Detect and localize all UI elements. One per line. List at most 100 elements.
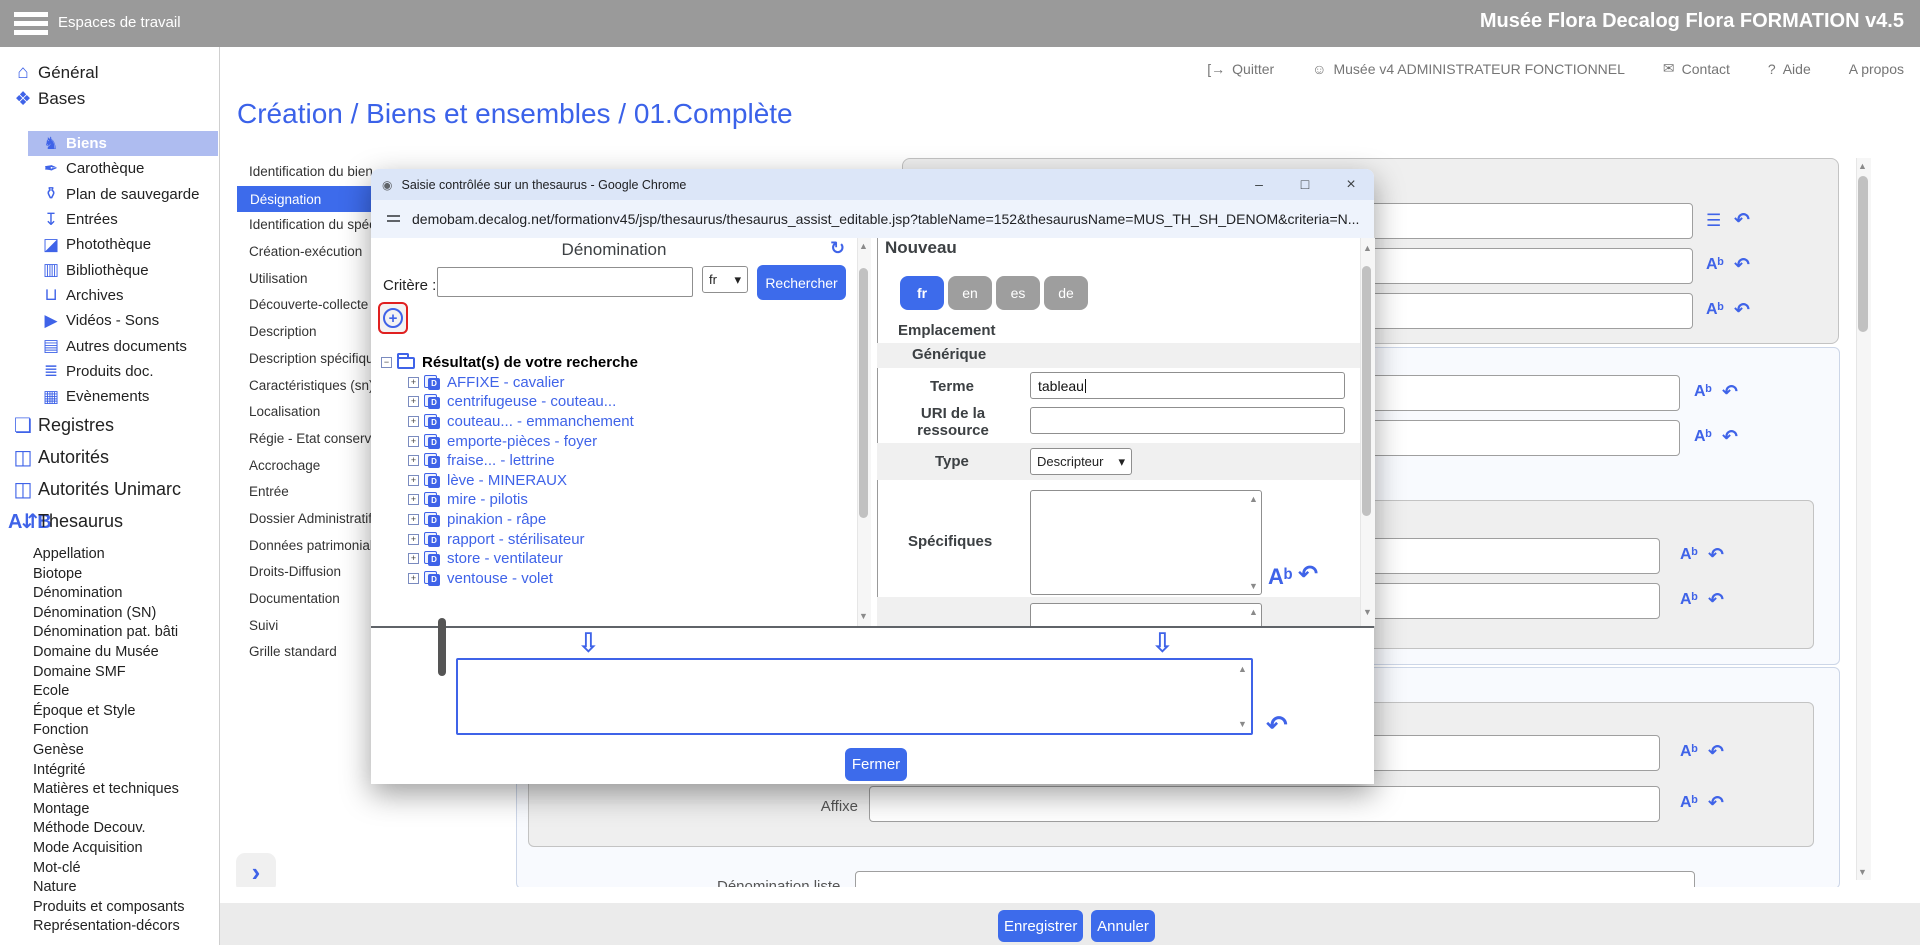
- undo-icon[interactable]: ↶: [1722, 426, 1738, 449]
- undo-icon[interactable]: ↶: [1722, 381, 1738, 404]
- text-convert-icon[interactable]: Aᵇ: [1706, 256, 1724, 274]
- sidebar-item[interactable]: ⊔ Archives: [0, 283, 218, 308]
- main-scrollbar-thumb[interactable]: [1858, 176, 1868, 332]
- text-convert-icon[interactable]: Aᵇ: [1694, 428, 1712, 446]
- scroll-down-icon[interactable]: ▼: [1247, 580, 1260, 592]
- uri-input[interactable]: [1030, 407, 1345, 434]
- sidebar-item[interactable]: Domaine du Musée: [0, 642, 218, 662]
- sidebar-item[interactable]: Appellation: [0, 544, 218, 564]
- minimize-button[interactable]: –: [1236, 169, 1282, 200]
- criteria-input[interactable]: [437, 267, 693, 297]
- scroll-down-icon[interactable]: ▼: [857, 610, 870, 622]
- close-button[interactable]: ×: [1328, 169, 1374, 200]
- scroll-up-icon[interactable]: ▲: [1361, 242, 1374, 254]
- lang-tab-de[interactable]: de: [1044, 276, 1088, 310]
- text-convert-icon[interactable]: Aᵇ: [1680, 794, 1698, 812]
- type-select[interactable]: Descripteur ▾: [1030, 448, 1132, 475]
- sidebar-item[interactable]: Intégrité: [0, 760, 218, 780]
- sidebar-item[interactable]: Mot-clé: [0, 858, 218, 878]
- undo-icon[interactable]: ↶: [1266, 710, 1288, 741]
- sidebar-item[interactable]: ❏ Registres: [0, 409, 218, 441]
- tree-item[interactable]: + D fraise... - lettrine: [408, 451, 851, 471]
- sidebar-item[interactable]: Genèse: [0, 740, 218, 760]
- scroll-down-icon[interactable]: ▼: [1856, 866, 1869, 878]
- list-icon[interactable]: ☰: [1706, 211, 1721, 231]
- tree-root[interactable]: − Résultat(s) de votre recherche: [381, 353, 851, 373]
- workspace-label[interactable]: Espaces de travail: [58, 14, 181, 31]
- tree-item[interactable]: + D pinakion - râpe: [408, 510, 851, 530]
- text-convert-icon[interactable]: Aᵇ: [1680, 546, 1698, 564]
- sidebar-item[interactable]: Fonction: [0, 721, 218, 741]
- dialog-url[interactable]: demobam.decalog.net/formationv45/jsp/the…: [412, 211, 1359, 227]
- sidebar-item[interactable]: Méthode Decouv.: [0, 819, 218, 839]
- tree-item[interactable]: + D store - ventilateur: [408, 549, 851, 569]
- tree-item[interactable]: + D ventouse - volet: [408, 569, 851, 589]
- tree-item[interactable]: + D centrifugeuse - couteau...: [408, 392, 851, 412]
- sidebar-item[interactable]: ◫ Autorités: [0, 441, 218, 473]
- undo-icon[interactable]: ↶: [1734, 299, 1750, 322]
- collapse-icon[interactable]: −: [381, 357, 392, 368]
- text-convert-icon[interactable]: Aᵇ: [1680, 591, 1698, 609]
- scroll-down-icon[interactable]: ▼: [1361, 606, 1374, 618]
- sidebar-item[interactable]: Montage: [0, 799, 218, 819]
- scroll-up-icon[interactable]: ▲: [1856, 160, 1869, 172]
- tree-item[interactable]: + D emporte-pièces - foyer: [408, 431, 851, 451]
- cancel-button[interactable]: Annuler: [1091, 910, 1155, 942]
- scroll-down-icon[interactable]: ▼: [1236, 718, 1249, 730]
- sidebar-item[interactable]: Dénomination pat. bâti: [0, 623, 218, 643]
- undo-icon[interactable]: ↶: [1734, 209, 1750, 232]
- quit-link[interactable]: [→ Quitter: [1207, 61, 1274, 77]
- expand-icon[interactable]: +: [408, 396, 419, 407]
- language-select[interactable]: fr ▾: [702, 266, 748, 293]
- dialog-left-scrollbar-thumb[interactable]: [859, 268, 868, 518]
- sidebar-item[interactable]: Nature: [0, 877, 218, 897]
- help-link[interactable]: ? Aide: [1768, 61, 1811, 77]
- sidebar-item[interactable]: Dénomination (SN): [0, 603, 218, 623]
- scroll-up-icon[interactable]: ▲: [1247, 606, 1260, 618]
- sidebar-item[interactable]: ≣ Produits doc.: [0, 359, 218, 384]
- undo-icon[interactable]: ↶: [1298, 560, 1318, 589]
- about-link[interactable]: A propos: [1849, 61, 1904, 77]
- site-info-icon[interactable]: [386, 212, 402, 226]
- refresh-icon[interactable]: ↻: [830, 238, 845, 259]
- maximize-button[interactable]: □: [1282, 169, 1328, 200]
- undo-icon[interactable]: ↶: [1708, 792, 1724, 815]
- sidebar-item[interactable]: ❖ Bases: [0, 86, 218, 112]
- lang-tab-en[interactable]: en: [948, 276, 992, 310]
- affixe-input[interactable]: [869, 786, 1660, 822]
- undo-icon[interactable]: ↶: [1734, 254, 1750, 277]
- undo-icon[interactable]: ↶: [1708, 741, 1724, 764]
- partial-textarea[interactable]: ▲: [1030, 603, 1262, 626]
- sidebar-item[interactable]: ⌂ Général: [0, 60, 218, 86]
- sidebar-item[interactable]: Représentation-décors: [0, 917, 218, 937]
- expand-icon[interactable]: +: [408, 494, 419, 505]
- add-term-button[interactable]: +: [378, 302, 408, 334]
- tree-item[interactable]: + D lève - MINERAUX: [408, 471, 851, 491]
- undo-icon[interactable]: ↶: [1708, 589, 1724, 612]
- user-account[interactable]: ☺ Musée v4 ADMINISTRATEUR FONCTIONNEL: [1312, 61, 1625, 77]
- expand-icon[interactable]: +: [408, 514, 419, 525]
- sidebar-item[interactable]: Biotope: [0, 564, 218, 584]
- expand-icon[interactable]: +: [408, 416, 419, 427]
- sidebar-item[interactable]: ▦ Evènements: [0, 384, 218, 409]
- terme-input[interactable]: tableau: [1030, 372, 1345, 399]
- sidebar-item[interactable]: ▤ Autres documents: [0, 333, 218, 358]
- dialog-right-scrollbar-thumb[interactable]: [1362, 266, 1371, 516]
- scroll-up-icon[interactable]: ▲: [1247, 493, 1260, 505]
- scroll-up-icon[interactable]: ▲: [857, 240, 870, 252]
- hamburger-menu-icon[interactable]: [14, 12, 48, 35]
- dialog-titlebar[interactable]: ◉ Saisie contrôlée sur un thesaurus - Go…: [371, 169, 1374, 200]
- sidebar-item[interactable]: ♞ Biens: [28, 131, 218, 156]
- sidebar-item[interactable]: ▶ Vidéos - Sons: [0, 308, 218, 333]
- sidebar-item[interactable]: A⇵B Thesaurus: [0, 505, 218, 537]
- sidebar-item[interactable]: Produits et composants: [0, 897, 218, 917]
- sidebar-item[interactable]: ⚱ Plan de sauvegarde: [0, 182, 218, 207]
- lang-tab-fr[interactable]: fr: [900, 276, 944, 310]
- text-convert-icon[interactable]: Aᵇ: [1680, 743, 1698, 761]
- tabs-scrollbar-thumb[interactable]: [438, 618, 446, 676]
- tree-item[interactable]: + D rapport - stérilisateur: [408, 529, 851, 549]
- sidebar-item[interactable]: Époque et Style: [0, 701, 218, 721]
- scroll-up-icon[interactable]: ▲: [1236, 663, 1249, 675]
- tree-item[interactable]: + D AFFIXE - cavalier: [408, 373, 851, 393]
- text-convert-icon[interactable]: Aᵇ: [1706, 301, 1724, 319]
